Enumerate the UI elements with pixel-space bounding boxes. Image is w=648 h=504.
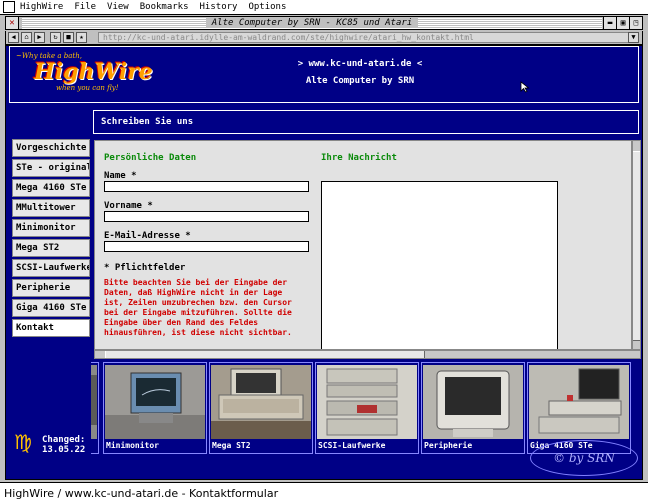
browser-toolbar: ◀ ⌂ ▶ ↻ ■ ★ http://kc-und-atari.idylle-a… (5, 31, 643, 45)
scsi-laufwerke-photo (317, 365, 417, 439)
vorname-field[interactable] (104, 211, 309, 222)
sidebar-nav: Vorgeschichte STe - original Mega 4160 S… (12, 139, 90, 339)
sidebar-item-mmultitower[interactable]: MMultitower (12, 199, 90, 217)
mouse-pointer-icon (520, 81, 530, 93)
window-title: Alte Computer by SRN - KC85 und Atari (205, 18, 419, 28)
email-field[interactable] (104, 241, 309, 252)
gallery-item[interactable]: Peripherie (421, 362, 525, 454)
gallery-caption: Peripherie (424, 441, 473, 450)
menu-bookmarks[interactable]: Bookmarks (140, 2, 189, 12)
email-label: E-Mail-Adresse * (104, 231, 191, 241)
menu-highwire[interactable]: HighWire (20, 2, 63, 12)
changed-label: Changed: (42, 435, 86, 445)
peripherie-photo (423, 365, 523, 439)
required-fields-note: * Pflichtfelder (104, 263, 186, 273)
sidebar-item-ste-original[interactable]: STe - original (12, 159, 90, 177)
gallery-strip: Minimonitor Mega ST2 SCSI-Laufwerke Peri… (91, 362, 641, 454)
menu-view[interactable]: View (107, 2, 129, 12)
contact-form: Persönliche Daten Ihre Nachricht Name * … (94, 140, 632, 350)
page-title: Schreiben Sie uns (93, 110, 639, 134)
menu-options[interactable]: Options (248, 2, 286, 12)
sidebar-item-mega-4160-ste[interactable]: Mega 4160 STe (12, 179, 90, 197)
url-field[interactable]: http://kc-und-atari.idylle-am-waldrand.c… (98, 32, 630, 43)
scroll-thumb[interactable] (633, 151, 640, 341)
sidebar-item-kontakt[interactable]: Kontakt (12, 319, 90, 337)
giga-4160-ste-photo (529, 365, 629, 439)
window-titlebar[interactable]: ✕ Alte Computer by SRN - KC85 und Atari … (5, 16, 643, 30)
menu-file[interactable]: File (74, 2, 96, 12)
gallery-caption: SCSI-Laufwerke (318, 441, 386, 450)
iconify-icon[interactable]: ▬ (603, 17, 616, 29)
gallery-item[interactable]: Mega ST2 (209, 362, 313, 454)
menu-history[interactable]: History (200, 2, 238, 12)
gallery-item[interactable]: Minimonitor (103, 362, 207, 454)
sidebar-item-minimonitor[interactable]: Minimonitor (12, 219, 90, 237)
minimonitor-photo (105, 365, 205, 439)
backdrop-icon[interactable]: ▣ (616, 17, 629, 29)
status-bar: HighWire / www.kc-und-atari.de - Kontakt… (0, 482, 648, 504)
sidebar-item-giga-4160-ste[interactable]: Giga 4160 STe (12, 299, 90, 317)
mega-st2-photo (211, 365, 311, 439)
logo-wordmark: HighWire (34, 59, 153, 85)
reload-icon[interactable]: ↻ (50, 32, 61, 43)
close-icon[interactable]: ✕ (6, 17, 19, 29)
page-content: ~Why take a bath, HighWire when you can … (5, 45, 643, 480)
sidebar-item-scsi-laufwerke[interactable]: SCSI-Laufwerke (12, 259, 90, 277)
window-title-area[interactable]: Alte Computer by SRN - KC85 und Atari (22, 17, 602, 29)
site-subtitle: Alte Computer by SRN (305, 76, 415, 86)
logo-tagline-bottom: when you can fly! (56, 84, 119, 92)
menu-bar: HighWire File View Bookmarks History Opt… (0, 0, 648, 15)
url-dropdown-icon[interactable]: ▼ (628, 32, 639, 43)
back-icon[interactable]: ◀ (8, 32, 19, 43)
form-vertical-scrollbar[interactable] (632, 140, 641, 350)
message-textarea[interactable] (321, 181, 558, 349)
site-address: > www.kc-und-atari.de < (297, 59, 423, 69)
copyright-stamp: © by SRN (530, 440, 638, 476)
personal-data-heading: Persönliche Daten (104, 153, 197, 163)
bookmark-icon[interactable]: ★ (76, 32, 87, 43)
sidebar-item-peripherie[interactable]: Peripherie (12, 279, 90, 297)
form-horizontal-scrollbar[interactable] (94, 350, 641, 359)
name-label: Name * (104, 171, 137, 181)
site-header: ~Why take a bath, HighWire when you can … (9, 46, 639, 103)
message-heading: Ihre Nachricht (321, 153, 397, 163)
highwire-logo: ~Why take a bath, HighWire when you can … (16, 52, 156, 94)
gallery-caption: Minimonitor (106, 441, 159, 450)
gallery-photo (91, 365, 97, 439)
stop-icon[interactable]: ■ (63, 32, 74, 43)
desktop-menu-icon[interactable] (3, 1, 15, 13)
name-field[interactable] (104, 181, 309, 192)
sidebar-item-mega-st2[interactable]: Mega ST2 (12, 239, 90, 257)
gallery-item-partial[interactable] (91, 362, 99, 454)
virgo-icon: ♍ (14, 430, 32, 454)
gallery-item[interactable]: SCSI-Laufwerke (315, 362, 419, 454)
last-changed: ♍ Changed: 13.05.22 (12, 430, 92, 460)
forward-icon[interactable]: ▶ (34, 32, 45, 43)
input-warning-text: Bitte beachten Sie bei der Eingabe der D… (104, 278, 292, 337)
fullscreen-icon[interactable]: ◳ (629, 17, 642, 29)
vorname-label: Vorname * (104, 201, 153, 211)
gallery-caption: Mega ST2 (212, 441, 251, 450)
sidebar-item-vorgeschichte[interactable]: Vorgeschichte (12, 139, 90, 157)
home-icon[interactable]: ⌂ (21, 32, 32, 43)
changed-date: 13.05.22 (42, 445, 86, 455)
scroll-thumb[interactable] (105, 351, 425, 358)
